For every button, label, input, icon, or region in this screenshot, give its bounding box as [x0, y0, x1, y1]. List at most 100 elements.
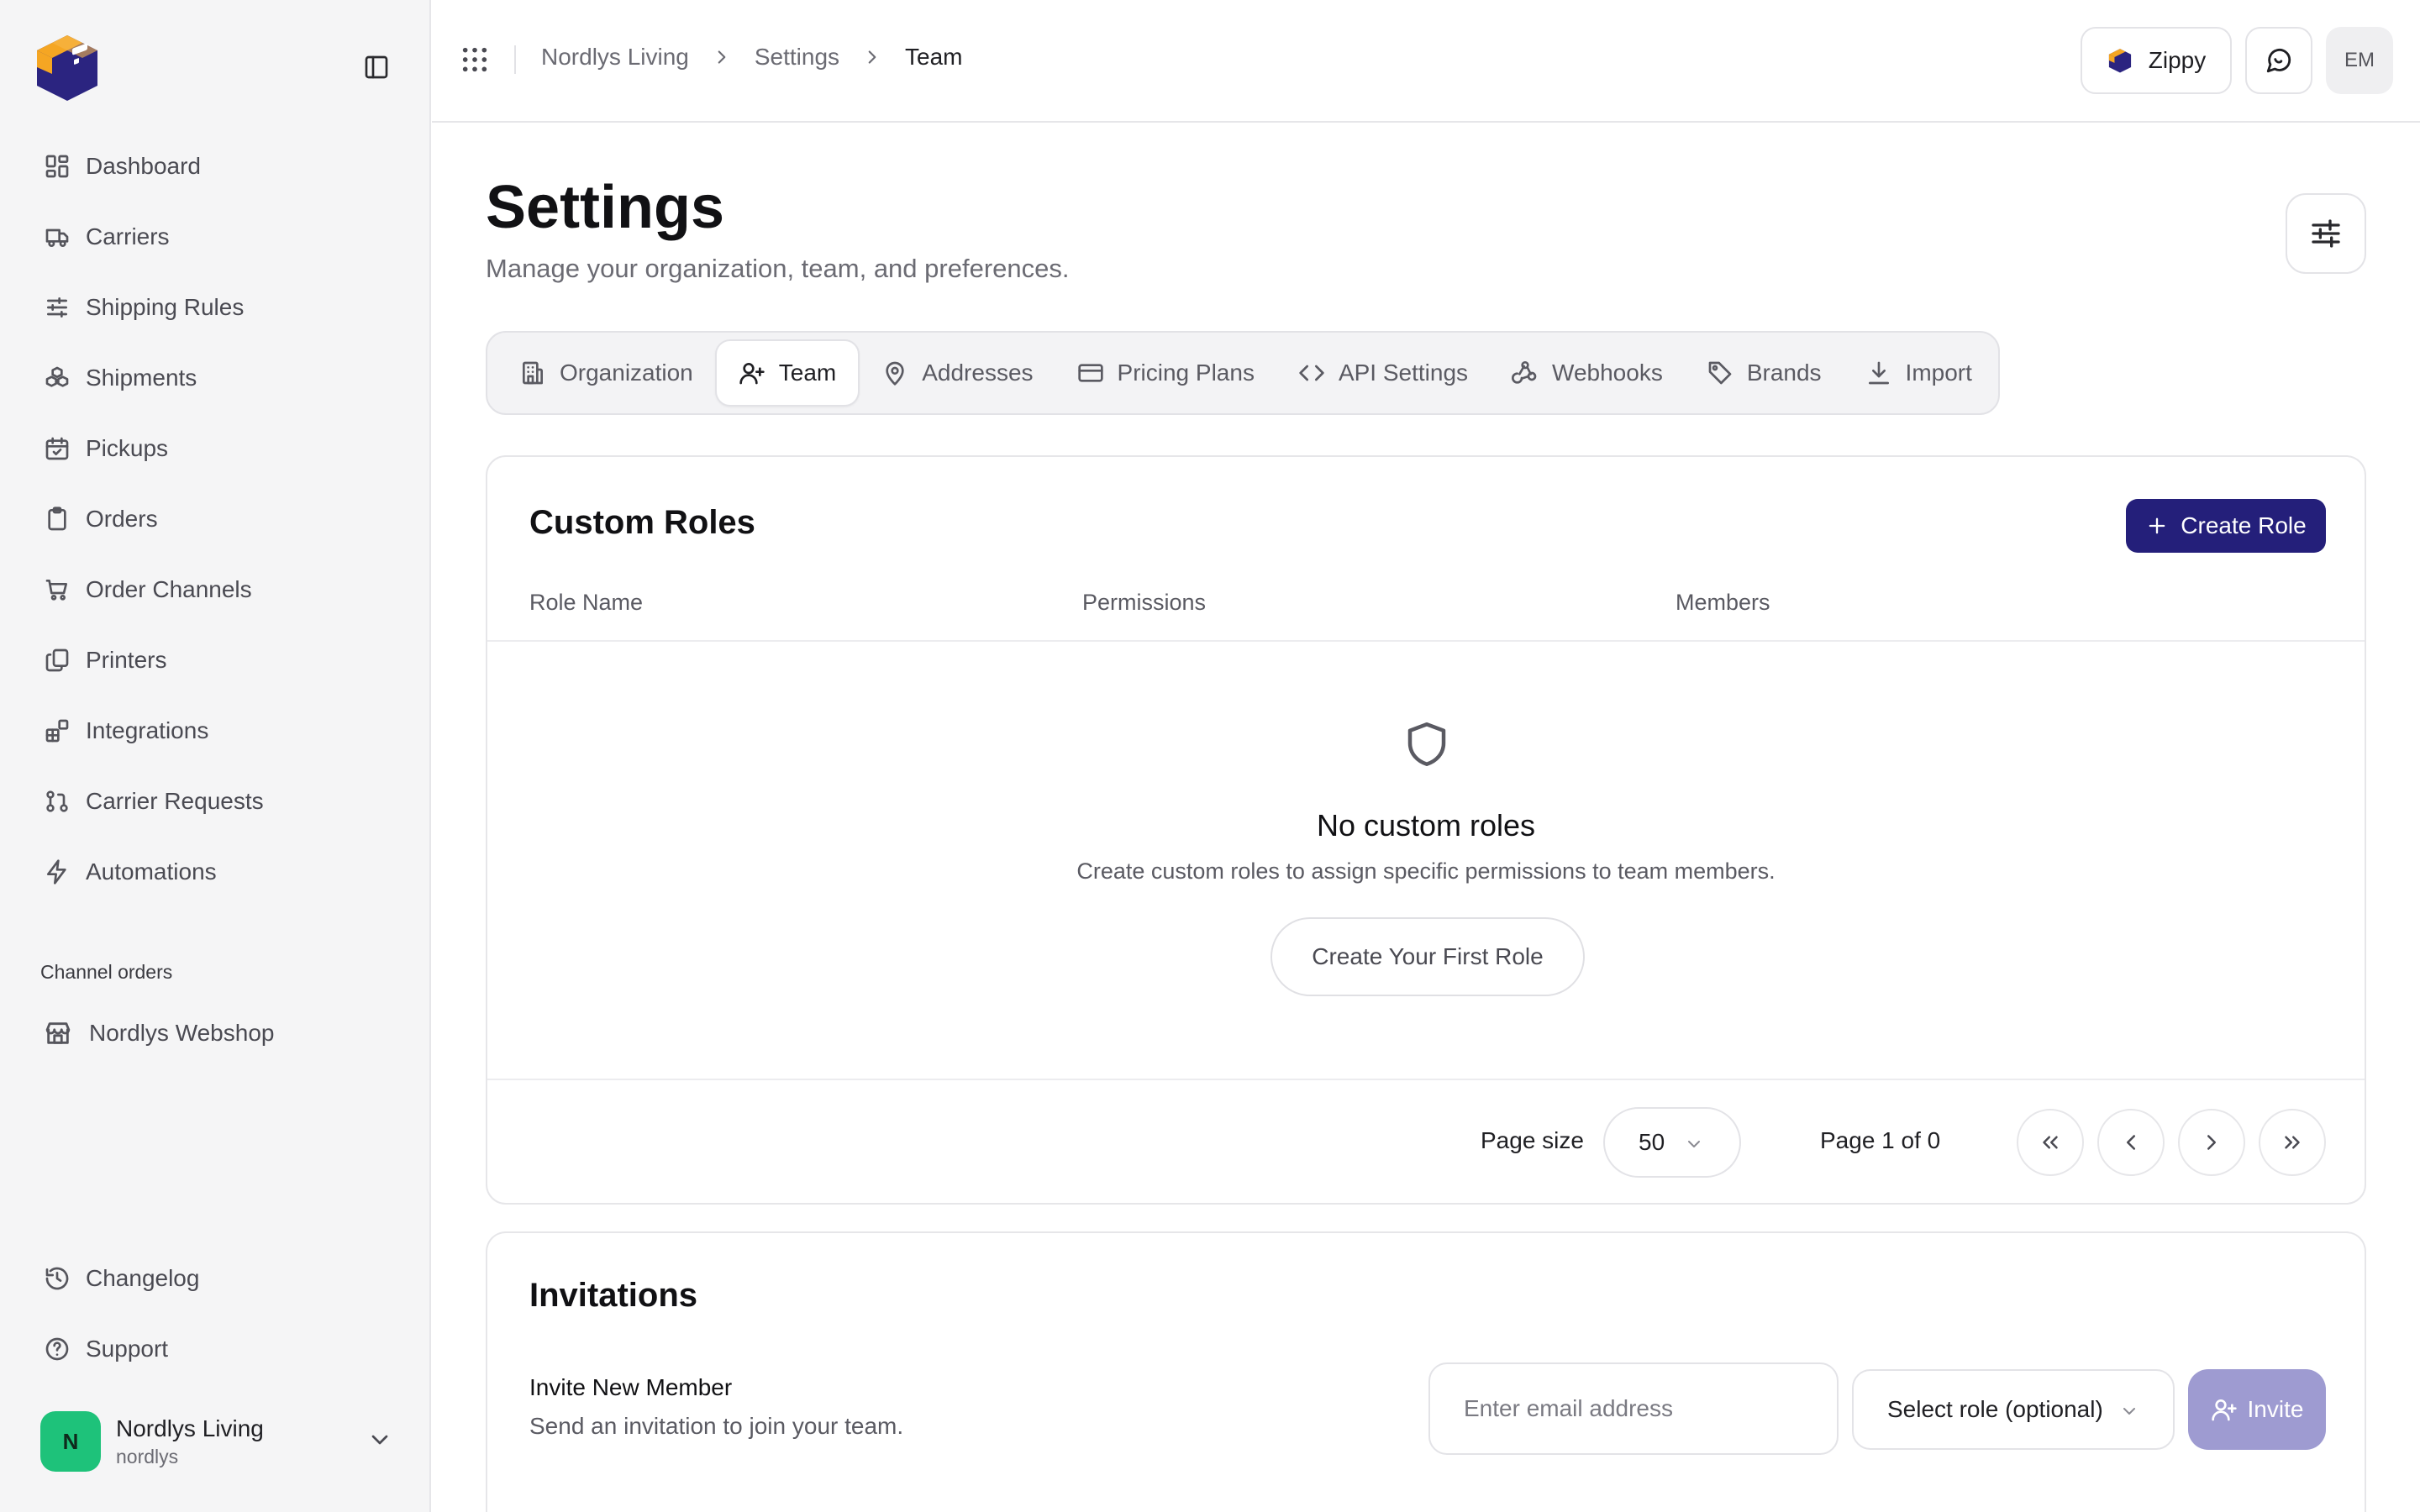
tab-label: Import: [1905, 360, 1972, 386]
first-page-button[interactable]: [2017, 1109, 2084, 1176]
pagination: Page size 50 Page 1 of 0: [487, 1079, 2365, 1205]
sidebar-nav: Dashboard Carriers Shipping Rules Shipme…: [30, 131, 400, 907]
sidebar-item-pickups[interactable]: Pickups: [30, 413, 400, 484]
column-header-permissions: Permissions: [1082, 590, 1207, 615]
previous-page-button[interactable]: [2097, 1109, 2165, 1176]
tag-icon: [1708, 361, 1732, 385]
sidebar-item-label: Printers: [86, 647, 167, 673]
channel-orders-heading: Channel orders: [40, 961, 173, 983]
sidebar-item-automations[interactable]: Automations: [30, 837, 400, 907]
tab-api-settings[interactable]: API Settings: [1276, 339, 1490, 407]
sidebar-item-integrations[interactable]: Integrations: [30, 696, 400, 766]
clipboard-icon: [48, 507, 66, 531]
panel-left-icon: [365, 55, 388, 79]
empty-state-description: Create custom roles to assign specific p…: [1076, 858, 1776, 884]
sidebar-item-label: Changelog: [86, 1265, 200, 1291]
cart-icon: [45, 580, 67, 601]
user-name: Nordlys Living: [116, 1415, 264, 1441]
sidebar-item-label: Automations: [86, 858, 217, 885]
breadcrumb-item-org[interactable]: Nordlys Living: [541, 44, 689, 71]
page-info: Page 1 of 0: [1820, 1127, 1941, 1153]
preferences-button[interactable]: [2286, 193, 2366, 274]
email-field[interactable]: [1428, 1362, 1839, 1455]
credit-card-icon: [1077, 364, 1103, 382]
sidebar-item-nordlys-webshop[interactable]: Nordlys Webshop: [44, 1008, 274, 1058]
channel-item-label: Nordlys Webshop: [89, 1020, 275, 1046]
tab-pricing-plans[interactable]: Pricing Plans: [1055, 339, 1276, 407]
truck-icon: [45, 228, 69, 247]
sidebar-item-changelog[interactable]: Changelog: [30, 1243, 400, 1314]
tab-addresses[interactable]: Addresses: [860, 339, 1055, 407]
plus-icon: [2149, 517, 2165, 534]
copy-icon: [45, 648, 69, 672]
tab-organization[interactable]: Organization: [497, 339, 715, 407]
brand-switch-button[interactable]: Zippy: [2081, 27, 2232, 94]
tab-team[interactable]: Team: [714, 339, 860, 407]
sidebar-bottom-nav: Changelog Support: [30, 1243, 400, 1384]
chevron-down-icon: [1688, 1141, 1700, 1147]
tab-label: Brands: [1746, 360, 1822, 386]
sidebar-item-printers[interactable]: Printers: [30, 625, 400, 696]
blocks-icon: [45, 719, 69, 743]
tab-label: Addresses: [922, 360, 1034, 386]
user-avatar-button[interactable]: EM: [2326, 27, 2393, 94]
last-page-button[interactable]: [2259, 1109, 2326, 1176]
user-handle: nordlys: [116, 1445, 179, 1467]
chat-button[interactable]: [2245, 27, 2312, 94]
column-header-role-name: Role Name: [529, 590, 644, 615]
sidebar-item-shipments[interactable]: Shipments: [30, 343, 400, 413]
apps-menu-button[interactable]: [460, 45, 489, 74]
topbar: Nordlys Living Settings Team Zippy EM: [432, 0, 2420, 123]
user-switcher[interactable]: N Nordlys Living nordlys: [40, 1410, 393, 1473]
calendar-check-icon: [45, 437, 69, 460]
custom-roles-card: Custom Roles Create Role Role Name Permi…: [486, 455, 2366, 1205]
invitations-title: Invitations: [529, 1277, 698, 1314]
brand-switch-label: Zippy: [2148, 47, 2207, 73]
invite-label: Invite: [2247, 1396, 2304, 1422]
sidebar-item-label: Pickups: [86, 435, 169, 461]
tab-webhooks[interactable]: Webhooks: [1490, 339, 1685, 407]
breadcrumb-item-settings[interactable]: Settings: [755, 44, 839, 71]
create-first-role-button[interactable]: Create Your First Role: [1270, 917, 1585, 996]
empty-state-title: No custom roles: [1316, 808, 1536, 843]
sidebar-item-shipping-rules[interactable]: Shipping Rules: [30, 272, 400, 343]
app-logo[interactable]: [30, 30, 104, 104]
breadcrumb-item-current: Team: [905, 44, 963, 70]
sidebar-item-dashboard[interactable]: Dashboard: [30, 131, 400, 202]
sidebar-item-label: Integrations: [86, 717, 209, 743]
next-page-button[interactable]: [2178, 1109, 2245, 1176]
sliders-horizontal-icon: [2312, 219, 2340, 248]
role-select[interactable]: Select role (optional): [1852, 1369, 2175, 1450]
custom-roles-title: Custom Roles: [529, 504, 755, 541]
sidebar-item-label: Carriers: [86, 223, 170, 249]
sidebar-item-label: Dashboard: [86, 153, 201, 179]
sidebar-item-label: Shipments: [86, 365, 197, 391]
tab-label: Organization: [560, 360, 693, 386]
sidebar-item-carriers[interactable]: Carriers: [30, 202, 400, 272]
chevron-right-icon: [868, 50, 876, 64]
sidebar-item-orders[interactable]: Orders: [30, 484, 400, 554]
sidebar-item-order-channels[interactable]: Order Channels: [30, 554, 400, 625]
sidebar-item-carrier-requests[interactable]: Carrier Requests: [30, 766, 400, 837]
sidebar-toggle-button[interactable]: [360, 52, 393, 82]
sidebar-item-label: Shipping Rules: [86, 294, 245, 320]
create-role-button[interactable]: Create Role: [2126, 499, 2326, 553]
sidebar-item-label: Support: [86, 1336, 169, 1362]
sidebar-item-support[interactable]: Support: [30, 1314, 400, 1384]
avatar: N: [40, 1411, 101, 1472]
invite-heading: Invite New Member: [529, 1374, 733, 1400]
message-circle-icon: [2266, 49, 2291, 73]
history-icon: [45, 1267, 69, 1290]
tab-brands[interactable]: Brands: [1685, 339, 1844, 407]
chevron-right-icon: [718, 50, 726, 64]
tab-label: API Settings: [1338, 360, 1469, 386]
roles-table-header: Role Name Permissions Members: [487, 578, 2365, 642]
role-select-value: Select role (optional): [1887, 1396, 2103, 1422]
chevron-left-icon: [2127, 1135, 2135, 1150]
page-size-select[interactable]: 50: [1603, 1107, 1741, 1178]
tab-import[interactable]: Import: [1844, 339, 1994, 407]
invite-button[interactable]: Invite: [2188, 1369, 2326, 1450]
logo-icon: [37, 35, 97, 101]
shield-icon: [1407, 722, 1446, 766]
tab-label: Webhooks: [1552, 360, 1663, 386]
